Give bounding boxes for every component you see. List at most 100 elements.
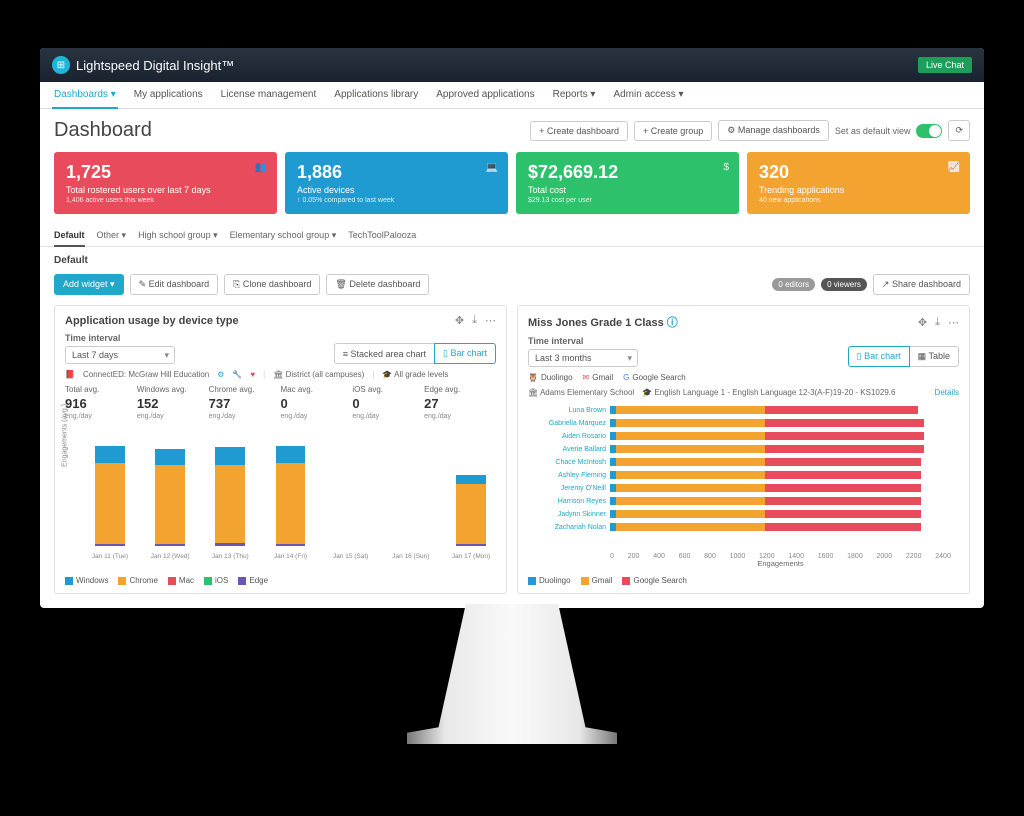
table-button[interactable]: ▦ Table (909, 346, 959, 367)
legend-item[interactable]: Duolingo (528, 576, 571, 585)
share-dashboard-button[interactable]: ↗ Share dashboard (873, 274, 970, 295)
kpi-sub: ↑ 0.05% compared to last week (297, 197, 496, 204)
kpi-label: Active devices (297, 185, 496, 195)
chart-legend: Duolingo Gmail Google Search (528, 576, 959, 585)
widget-app-usage: Application usage by device type ✥ ⤓ ⋯ T… (54, 305, 507, 594)
nav-my-applications[interactable]: My applications (132, 82, 205, 108)
stat-item: Total avg.916eng./day (65, 385, 137, 420)
grade-filter[interactable]: 🎓 All grade levels (382, 370, 448, 379)
hbar-row: Aiden Rosario (610, 431, 951, 441)
editors-pill: 0 editors (772, 278, 815, 291)
dollar-icon: $ (723, 162, 729, 173)
kpi-trending[interactable]: 📈 320 Trending applications 40 new appli… (747, 152, 970, 214)
hbar-row: Averie Ballard (610, 444, 951, 454)
kpi-sub: 1,406 active users this week (66, 197, 265, 204)
nav-applications-library[interactable]: Applications library (332, 82, 420, 108)
default-view-toggle[interactable] (916, 124, 942, 138)
tab-elementary[interactable]: Elementary school group ▾ (230, 224, 337, 246)
stat-item: Mac avg.0eng./day (280, 385, 352, 420)
header-actions: + Create dashboard + Create group ⚙ Mana… (530, 120, 970, 141)
kpi-value: 1,725 (66, 162, 265, 183)
more-icon[interactable]: ⋯ (948, 316, 959, 329)
page-header: Dashboard + Create dashboard + Create gr… (40, 109, 984, 152)
tab-high-school[interactable]: High school group ▾ (138, 224, 218, 246)
download-icon[interactable]: ⤓ (935, 316, 940, 329)
details-link[interactable]: Details (935, 388, 959, 397)
section-title: Default (40, 247, 984, 270)
kpi-value: $72,669.12 (528, 162, 727, 183)
info-icon[interactable]: ⓘ (667, 317, 678, 329)
legend-item[interactable]: iOS (204, 576, 228, 585)
stacked-area-button[interactable]: ≡ Stacked area chart (334, 343, 435, 364)
interval-select[interactable]: Last 7 days (65, 346, 175, 364)
hbar-row: Luna Brown (610, 405, 951, 415)
school-filter[interactable]: 🏛 Adams Elementary School (528, 388, 634, 397)
kpi-label: Trending applications (759, 185, 958, 195)
create-dashboard-button[interactable]: + Create dashboard (530, 121, 628, 141)
brand: ⊞ Lightspeed Digital Insight™ (52, 56, 234, 74)
kpi-sub: $29.13 cost per user (528, 197, 727, 204)
bar-column: Jan 16 (Sun) (388, 430, 434, 546)
app-gmail[interactable]: ✉Gmail (583, 373, 614, 382)
y-axis-label: Engagements (avg.) (62, 404, 69, 467)
kpi-cost[interactable]: $ $72,669.12 Total cost $29.13 cost per … (516, 152, 739, 214)
legend-item[interactable]: Gmail (581, 576, 613, 585)
tab-techtoolpalooza[interactable]: TechToolPalooza (348, 224, 416, 246)
legend-item[interactable]: Mac (168, 576, 194, 585)
nav-dashboards[interactable]: Dashboards ▾ (52, 82, 118, 109)
bar-column: Jan 11 (Tue) (87, 430, 133, 546)
app-duolingo[interactable]: 🦉Duolingo (528, 373, 573, 382)
stat-item: Chrome avg.737eng./day (209, 385, 281, 420)
bar-chart-button[interactable]: ▯ Bar chart (434, 343, 496, 364)
district-filter[interactable]: 🏛 District (all campuses) (273, 370, 364, 379)
nav-license-management[interactable]: License management (219, 82, 319, 108)
edit-dashboard-button[interactable]: ✎ Edit dashboard (130, 274, 219, 295)
app-google-search[interactable]: GGoogle Search (623, 373, 686, 382)
kpi-users[interactable]: 👥 1,725 Total rostered users over last 7… (54, 152, 277, 214)
widget-class: Miss Jones Grade 1 Class ⓘ ✥ ⤓ ⋯ Time in… (517, 305, 970, 594)
legend-item[interactable]: Windows (65, 576, 108, 585)
app-filters: 🦉Duolingo ✉Gmail GGoogle Search (528, 373, 959, 382)
nav-admin-access[interactable]: Admin access ▾ (611, 82, 685, 108)
brand-text: Lightspeed Digital Insight™ (76, 58, 234, 73)
download-icon[interactable]: ⤓ (472, 314, 477, 327)
move-icon[interactable]: ✥ (455, 314, 464, 327)
legend-item[interactable]: Google Search (622, 576, 686, 585)
interval-select[interactable]: Last 3 months (528, 349, 638, 367)
bar-column: Jan 17 (Mon) (448, 430, 494, 546)
more-icon[interactable]: ⋯ (485, 314, 496, 327)
clone-dashboard-button[interactable]: ⎘ Clone dashboard (224, 274, 320, 295)
refresh-button[interactable]: ⟳ (948, 120, 970, 141)
interval-label: Time interval (65, 333, 175, 343)
widget-meta: 🏛 Adams Elementary School 🎓 English Lang… (528, 388, 959, 397)
class-filter[interactable]: 🎓 English Language 1 - English Language … (642, 388, 895, 397)
stats-row: Total avg.916eng./dayWindows avg.152eng.… (65, 385, 496, 420)
kpi-sub: 40 new applications (759, 197, 958, 204)
nav-approved-applications[interactable]: Approved applications (434, 82, 536, 108)
legend-item[interactable]: Edge (238, 576, 268, 585)
delete-dashboard-button[interactable]: 🗑 Delete dashboard (326, 274, 429, 295)
add-widget-button[interactable]: Add widget ▾ (54, 274, 124, 295)
create-group-button[interactable]: + Create group (634, 121, 712, 141)
page-title: Dashboard (54, 119, 152, 142)
kpi-value: 320 (759, 162, 958, 183)
kpi-devices[interactable]: 💻 1,886 Active devices ↑ 0.05% compared … (285, 152, 508, 214)
viewers-pill: 0 viewers (821, 278, 867, 291)
hbar-row: Harrison Reyes (610, 496, 951, 506)
screen: ⊞ Lightspeed Digital Insight™ Live Chat … (40, 48, 984, 608)
tab-default[interactable]: Default (54, 224, 85, 247)
manage-dashboards-button[interactable]: ⚙ Manage dashboards (718, 120, 829, 141)
bar-column: Jan 12 (Wed) (147, 430, 193, 546)
kpi-label: Total cost (528, 185, 727, 195)
bar-chart: Engagements (avg.) Jan 11 (Tue)Jan 12 (W… (65, 426, 496, 564)
nav-reports[interactable]: Reports ▾ (551, 82, 598, 108)
widget-title: Application usage by device type (65, 315, 239, 327)
tab-other[interactable]: Other ▾ (97, 224, 127, 246)
widgets-row: Application usage by device type ✥ ⤓ ⋯ T… (40, 305, 984, 608)
widget-title: Miss Jones Grade 1 Class ⓘ (528, 314, 678, 330)
live-chat-button[interactable]: Live Chat (918, 57, 972, 73)
legend-item[interactable]: Chrome (118, 576, 157, 585)
stat-item: Windows avg.152eng./day (137, 385, 209, 420)
move-icon[interactable]: ✥ (918, 316, 927, 329)
bar-chart-button[interactable]: ▯ Bar chart (848, 346, 910, 367)
